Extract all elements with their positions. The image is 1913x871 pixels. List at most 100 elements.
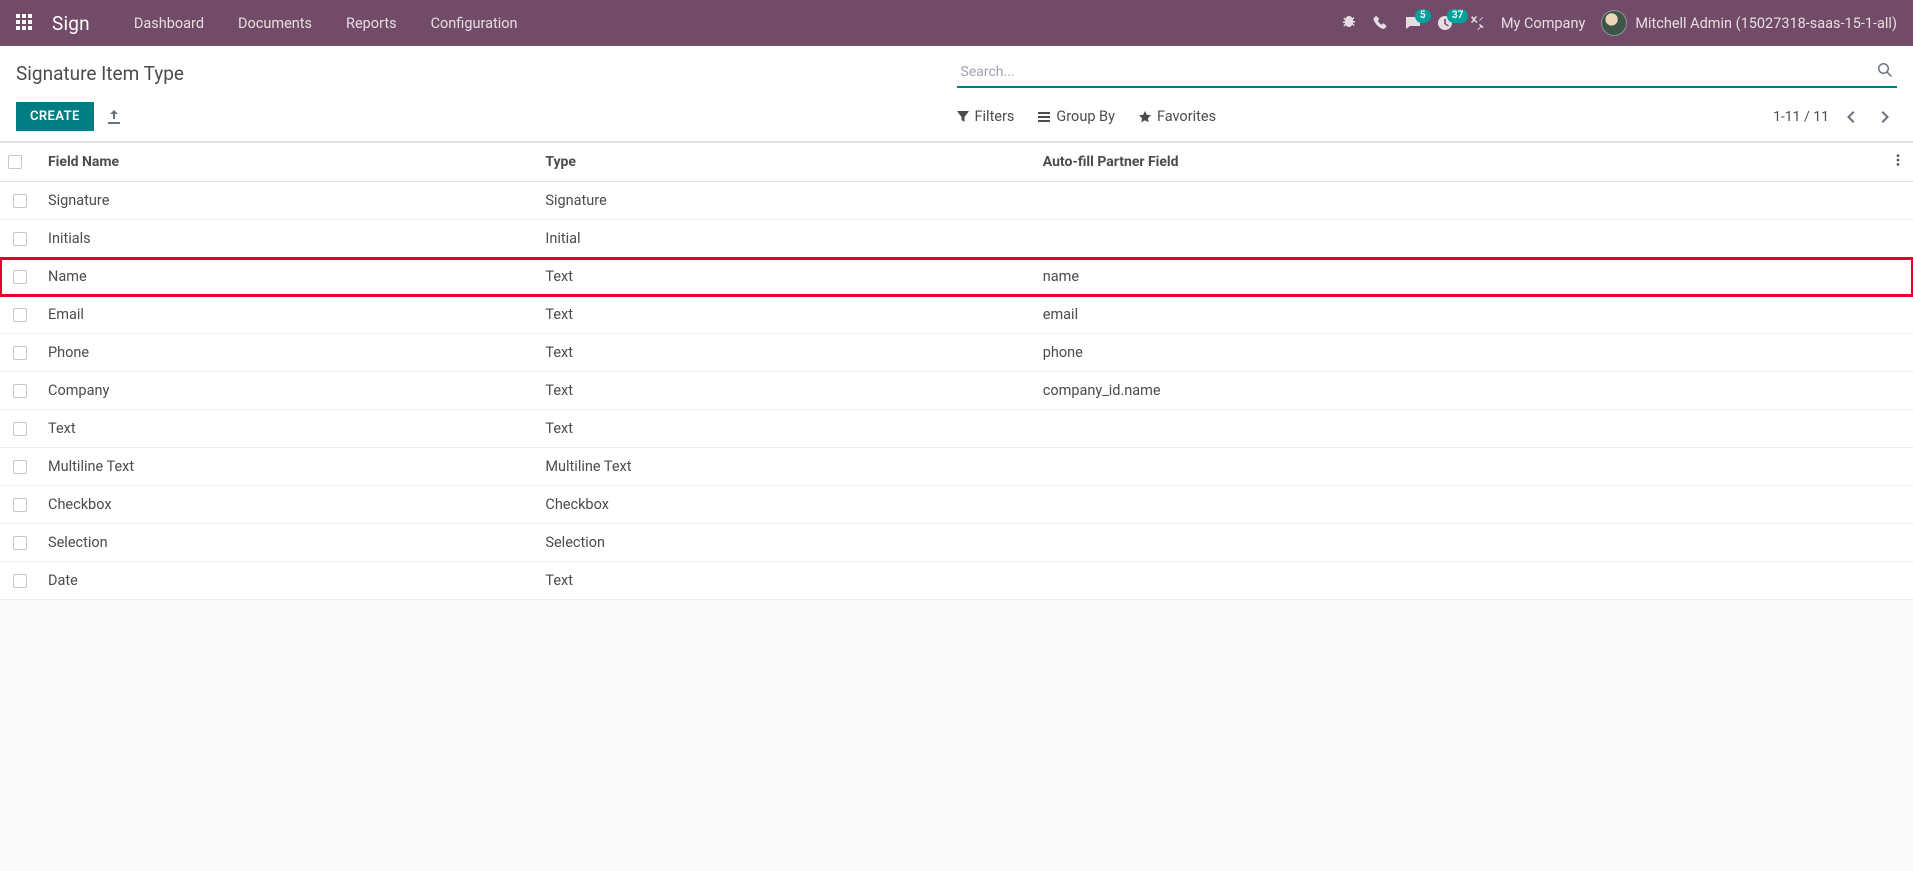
cell-field: Checkbox — [40, 486, 537, 524]
groupby-button[interactable]: Group By — [1038, 108, 1115, 125]
app-brand[interactable]: Sign — [52, 12, 90, 35]
cell-auto — [1035, 220, 1883, 258]
cell-field: Initials — [40, 220, 537, 258]
cell-type: Initial — [537, 220, 1034, 258]
cell-field: Selection — [40, 524, 537, 562]
table-row[interactable]: Multiline TextMultiline Text — [0, 448, 1913, 486]
cell-field: Date — [40, 562, 537, 600]
pager-prev[interactable] — [1839, 105, 1863, 129]
header-checkbox[interactable] — [0, 143, 40, 182]
row-checkbox[interactable] — [0, 524, 40, 562]
table-row[interactable]: SignatureSignature — [0, 182, 1913, 220]
cell-empty — [1883, 486, 1913, 524]
cp-top: Signature Item Type — [16, 58, 1897, 88]
row-checkbox[interactable] — [0, 372, 40, 410]
cell-empty — [1883, 562, 1913, 600]
cell-type: Text — [537, 334, 1034, 372]
table-header-row: Field Name Type Auto-fill Partner Field — [0, 143, 1913, 182]
favorites-button[interactable]: Favorites — [1139, 108, 1216, 125]
header-options[interactable] — [1883, 143, 1913, 182]
header-type[interactable]: Type — [537, 143, 1034, 182]
cell-type: Text — [537, 562, 1034, 600]
funnel-icon — [957, 111, 969, 123]
row-checkbox[interactable] — [0, 448, 40, 486]
search-options: Filters Group By Favorites 1-11 / 11 — [957, 105, 1898, 129]
phone-icon[interactable] — [1373, 15, 1389, 31]
cell-empty — [1883, 258, 1913, 296]
pager-next[interactable] — [1873, 105, 1897, 129]
user-name: Mitchell Admin (15027318-saas-15-1-all) — [1635, 15, 1897, 32]
row-checkbox[interactable] — [0, 410, 40, 448]
nav-items: Dashboard Documents Reports Configuratio… — [134, 15, 518, 32]
table-row[interactable]: EmailTextemail — [0, 296, 1913, 334]
cell-empty — [1883, 524, 1913, 562]
list-table: Field Name Type Auto-fill Partner Field … — [0, 142, 1913, 600]
cell-auto: phone — [1035, 334, 1883, 372]
cell-empty — [1883, 182, 1913, 220]
cell-auto — [1035, 182, 1883, 220]
list-icon — [1038, 111, 1050, 123]
table-row[interactable]: PhoneTextphone — [0, 334, 1913, 372]
cell-type: Text — [537, 258, 1034, 296]
row-checkbox[interactable] — [0, 258, 40, 296]
table-row[interactable]: InitialsInitial — [0, 220, 1913, 258]
activities-icon[interactable]: 37 — [1437, 15, 1453, 31]
cell-type: Signature — [537, 182, 1034, 220]
cell-field: Text — [40, 410, 537, 448]
messages-icon[interactable]: 5 — [1405, 15, 1421, 31]
apps-icon[interactable] — [16, 14, 34, 32]
control-panel: Signature Item Type CREATE Filters Group… — [0, 46, 1913, 142]
user-menu[interactable]: Mitchell Admin (15027318-saas-15-1-all) — [1601, 10, 1897, 36]
row-checkbox[interactable] — [0, 334, 40, 372]
cell-auto — [1035, 486, 1883, 524]
row-checkbox[interactable] — [0, 220, 40, 258]
create-button[interactable]: CREATE — [16, 102, 94, 131]
export-icon[interactable] — [106, 109, 122, 125]
filters-button[interactable]: Filters — [957, 108, 1015, 125]
star-icon — [1139, 111, 1151, 123]
cell-field: Multiline Text — [40, 448, 537, 486]
topnav: Sign Dashboard Documents Reports Configu… — [0, 0, 1913, 46]
row-checkbox[interactable] — [0, 562, 40, 600]
cell-empty — [1883, 448, 1913, 486]
nav-item-configuration[interactable]: Configuration — [431, 15, 518, 32]
table-row[interactable]: TextText — [0, 410, 1913, 448]
pager-text: 1-11 / 11 — [1773, 109, 1829, 125]
cell-auto — [1035, 562, 1883, 600]
row-checkbox[interactable] — [0, 296, 40, 334]
cell-type: Text — [537, 372, 1034, 410]
cell-field: Company — [40, 372, 537, 410]
debug-icon[interactable] — [1341, 15, 1357, 31]
cell-field: Name — [40, 258, 537, 296]
row-checkbox[interactable] — [0, 486, 40, 524]
cell-empty — [1883, 372, 1913, 410]
user-avatar — [1601, 10, 1627, 36]
cell-type: Text — [537, 410, 1034, 448]
header-field[interactable]: Field Name — [40, 143, 537, 182]
table-row[interactable]: SelectionSelection — [0, 524, 1913, 562]
topnav-left: Sign Dashboard Documents Reports Configu… — [16, 12, 518, 35]
cell-auto — [1035, 524, 1883, 562]
tools-icon[interactable] — [1469, 15, 1485, 31]
table-row[interactable]: CheckboxCheckbox — [0, 486, 1913, 524]
chevron-right-icon — [1877, 109, 1893, 125]
search-input[interactable] — [957, 58, 1898, 88]
header-auto[interactable]: Auto-fill Partner Field — [1035, 143, 1883, 182]
row-checkbox[interactable] — [0, 182, 40, 220]
table-row[interactable]: NameTextname — [0, 258, 1913, 296]
nav-item-documents[interactable]: Documents — [238, 15, 312, 32]
nav-item-dashboard[interactable]: Dashboard — [134, 15, 204, 32]
cell-auto — [1035, 448, 1883, 486]
company-selector[interactable]: My Company — [1501, 15, 1585, 32]
pager: 1-11 / 11 — [1773, 105, 1897, 129]
search-icon[interactable] — [1877, 62, 1893, 82]
filters-label: Filters — [975, 108, 1015, 125]
nav-item-reports[interactable]: Reports — [346, 15, 397, 32]
cell-type: Selection — [537, 524, 1034, 562]
groupby-label: Group By — [1056, 108, 1115, 125]
table-row[interactable]: CompanyTextcompany_id.name — [0, 372, 1913, 410]
cp-bottom: CREATE Filters Group By Favorites 1-11 /… — [16, 102, 1897, 131]
cell-empty — [1883, 220, 1913, 258]
cell-auto — [1035, 410, 1883, 448]
table-row[interactable]: DateText — [0, 562, 1913, 600]
